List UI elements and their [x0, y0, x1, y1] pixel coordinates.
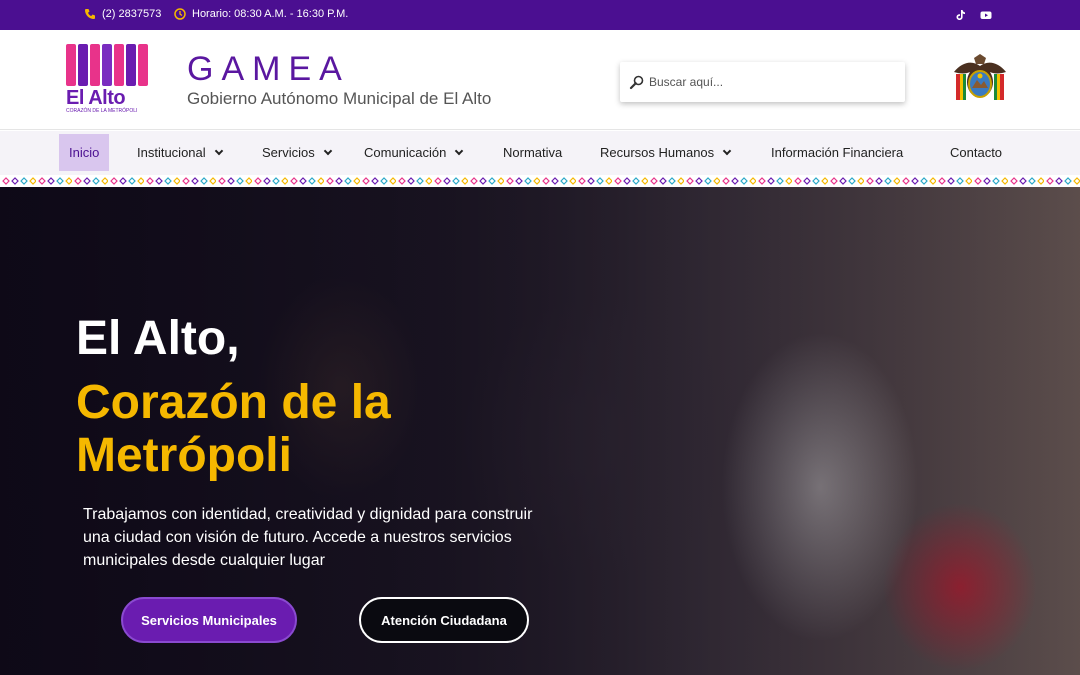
- decorative-pattern-strip: [0, 175, 1080, 187]
- nav-item-recursos-humanos[interactable]: Recursos Humanos: [590, 134, 740, 171]
- hours-text: Horario: 08:30 A.M. - 16:30 P.M.: [192, 8, 349, 20]
- hero-title: El Alto,: [76, 312, 240, 365]
- hero-description: Trabajamos con identidad, creatividad y …: [83, 506, 533, 569]
- chevron-down-icon: [323, 146, 332, 155]
- hero-subtitle: Corazón de la Metrópoli: [76, 376, 391, 482]
- search-input[interactable]: [649, 75, 889, 89]
- nav-label-normativa: Normativa: [503, 145, 563, 160]
- nav-label-recursos-humanos: Recursos Humanos: [600, 145, 715, 160]
- phone-number: (2) 2837573: [102, 8, 162, 20]
- nav-item-servicios[interactable]: Servicios: [252, 134, 341, 171]
- nav-item-normativa[interactable]: Normativa: [493, 134, 572, 171]
- nav-item-comunicacion[interactable]: Comunicación: [354, 134, 472, 171]
- nav-label-servicios: Servicios: [262, 145, 315, 160]
- phone-contact[interactable]: (2) 2837573: [84, 8, 161, 20]
- logo-tagline: CORAZÓN DE LA METRÓPOLI: [66, 108, 138, 114]
- nav-label-informacion-financiera: Información Financiera: [771, 145, 904, 160]
- logo-pattern: [66, 44, 148, 86]
- el-alto-logo[interactable]: El Alto CORAZÓN DE LA METRÓPOLI: [66, 44, 148, 118]
- servicios-municipales-button[interactable]: Servicios Municipales: [121, 597, 297, 643]
- brand-subtitle: Gobierno Autónomo Municipal de El Alto: [187, 89, 492, 108]
- main-navigation: Inicio Institucional Servicios Comunicac…: [0, 131, 1080, 175]
- search-box[interactable]: [620, 62, 905, 102]
- chevron-down-icon: [722, 146, 732, 155]
- nav-item-informacion-financiera[interactable]: Información Financiera: [761, 134, 913, 171]
- office-hours: Horario: 08:30 A.M. - 16:30 P.M.: [174, 8, 348, 20]
- tiktok-icon[interactable]: [954, 8, 968, 22]
- nav-label-institucional: Institucional: [137, 145, 206, 160]
- nav-label-inicio: Inicio: [69, 145, 100, 160]
- search-icon: [629, 75, 644, 90]
- nav-item-contacto[interactable]: Contacto: [940, 134, 1012, 171]
- chevron-down-icon: [455, 146, 464, 155]
- nav-label-comunicacion: Comunicación: [364, 145, 447, 160]
- brand-title: GAMEA: [187, 50, 350, 88]
- clock-icon: [174, 8, 186, 20]
- youtube-icon[interactable]: [979, 8, 993, 22]
- atencion-ciudadana-button[interactable]: Atención Ciudadana: [359, 597, 529, 643]
- top-bar: (2) 2837573 Horario: 08:30 A.M. - 16:30 …: [0, 0, 1080, 30]
- nav-label-contacto: Contacto: [950, 145, 1003, 160]
- nav-item-inicio[interactable]: Inicio: [59, 134, 110, 171]
- nav-item-institucional[interactable]: Institucional: [127, 134, 232, 171]
- bolivia-coat-of-arms-icon: [954, 54, 1006, 100]
- logo-wordmark: El Alto: [66, 87, 126, 109]
- phone-icon: [85, 9, 95, 19]
- chevron-down-icon: [214, 146, 223, 155]
- site-header: El Alto CORAZÓN DE LA METRÓPOLI GAMEA Go…: [0, 30, 1080, 130]
- hero-banner: El Alto, Corazón de la Metrópoli Trabaja…: [0, 187, 1080, 675]
